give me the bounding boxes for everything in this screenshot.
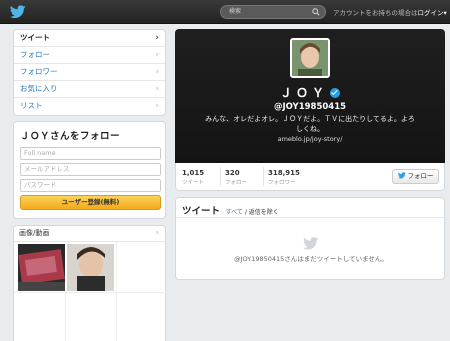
signup-button[interactable]: ユーザー登録(無料)	[20, 195, 161, 210]
stat-following[interactable]: 320 フォロー	[225, 169, 247, 186]
search-icon[interactable]	[312, 8, 320, 16]
filter-all-link[interactable]: すべて	[226, 209, 243, 216]
stat-value: 1,015	[182, 169, 205, 177]
follow-button-label: フォロー	[407, 172, 434, 180]
twitter-bird-icon	[397, 171, 406, 179]
stat-label: フォロー	[225, 180, 248, 186]
tweets-card: ツイート すべて / 返信を除く @JOY19850415さんはまだツイートして…	[175, 197, 445, 280]
chevron-right-icon: ›	[155, 33, 159, 43]
avatar[interactable]	[290, 38, 330, 78]
login-prefix: アカウントをお持ちの場合は	[333, 9, 418, 17]
top-bar: 検索 アカウントをお持ちの場合はログイン▾	[0, 0, 450, 24]
chevron-right-icon: ›	[155, 50, 159, 60]
nav-item-lists[interactable]: リスト ›	[14, 98, 165, 115]
grid-divider	[116, 242, 117, 341]
twitter-bird-icon[interactable]	[10, 5, 26, 19]
nav-item-favorites[interactable]: お気に入り ›	[14, 81, 165, 98]
tweets-filter: すべて / 返信を除く	[226, 209, 279, 216]
tweets-title: ツイート	[182, 206, 221, 217]
profile-name: ＪＯＹ	[175, 84, 445, 101]
nav-item-label: リスト	[20, 101, 43, 110]
profile-nav: ツイート › フォロー › フォロワー › お気に入り › リスト ›	[13, 29, 166, 116]
media-title: 画像/動画	[19, 229, 50, 237]
profile-handle: @JOY19850415	[273, 102, 347, 112]
login-prompt: アカウントをお持ちの場合はログイン▾	[333, 7, 447, 17]
twitter-bird-icon	[303, 237, 319, 250]
tweets-header: ツイート すべて / 返信を除く	[176, 198, 444, 218]
media-thumbnail[interactable]	[18, 244, 65, 291]
empty-timeline-message: @JOY19850415さんはまだツイートしていません。	[234, 255, 388, 263]
profile-stats: 1,015 ツイート 320 フォロー 318,915 フォロワー フォロー	[175, 163, 445, 191]
stat-value: 318,915	[268, 169, 300, 177]
stat-tweets[interactable]: 1,015 ツイート	[182, 169, 204, 186]
follow-button[interactable]: フォロー	[392, 169, 439, 184]
login-caret[interactable]: ▾	[444, 9, 447, 17]
email-field[interactable]: メールアドレス	[20, 163, 161, 176]
profile-bio: みんな、オレだよオレ。ＪＯＹだよ。ＴＶに出たりしてるよ。よろしくね。	[205, 115, 415, 133]
nav-item-label: お気に入り	[20, 84, 58, 93]
chevron-right-icon: ›	[155, 228, 159, 238]
filter-separator: /	[244, 209, 247, 216]
profile-name-text: ＪＯＹ	[279, 86, 328, 100]
stat-value: 320	[225, 169, 240, 177]
stat-divider	[220, 167, 221, 186]
signup-card: ＪＯＹさんをフォロー Full name メールアドレス パスワード ユーザー登…	[13, 121, 166, 219]
filter-no-replies-link[interactable]: 返信を除く	[249, 209, 279, 216]
chevron-right-icon: ›	[155, 101, 159, 111]
signup-title: ＪＯＹさんをフォロー	[20, 131, 121, 142]
stat-followers[interactable]: 318,915 フォロワー	[268, 169, 300, 186]
verified-badge-icon	[330, 87, 340, 98]
login-link[interactable]: ログイン	[418, 9, 444, 17]
profile-url[interactable]: ameblo.jp/joy-story/	[175, 135, 445, 143]
grid-divider	[14, 292, 167, 293]
stat-label: ツイート	[182, 180, 205, 186]
nav-item-label: フォロー	[20, 50, 50, 59]
nav-item-following[interactable]: フォロー ›	[14, 47, 165, 64]
password-field[interactable]: パスワード	[20, 179, 161, 192]
grid-divider	[65, 292, 66, 341]
media-header[interactable]: 画像/動画 ›	[14, 226, 165, 242]
search-placeholder: 検索	[229, 8, 242, 15]
search-input[interactable]: 検索	[220, 5, 326, 19]
media-card: 画像/動画 ›	[13, 225, 167, 341]
media-thumbnail[interactable]	[67, 244, 114, 291]
fullname-field[interactable]: Full name	[20, 147, 161, 160]
stat-divider	[263, 167, 264, 186]
nav-item-label: フォロワー	[20, 67, 58, 76]
nav-item-followers[interactable]: フォロワー ›	[14, 64, 165, 81]
profile-header: ＪＯＹ @JOY19850415 みんな、オレだよオレ。ＪＯＹだよ。ＴＶに出たり…	[175, 29, 445, 163]
nav-item-label: ツイート	[20, 33, 50, 42]
nav-item-tweets[interactable]: ツイート ›	[14, 30, 165, 47]
stat-label: フォロワー	[268, 180, 296, 186]
chevron-right-icon: ›	[155, 67, 159, 77]
media-grid	[14, 242, 167, 341]
chevron-right-icon: ›	[155, 84, 159, 94]
